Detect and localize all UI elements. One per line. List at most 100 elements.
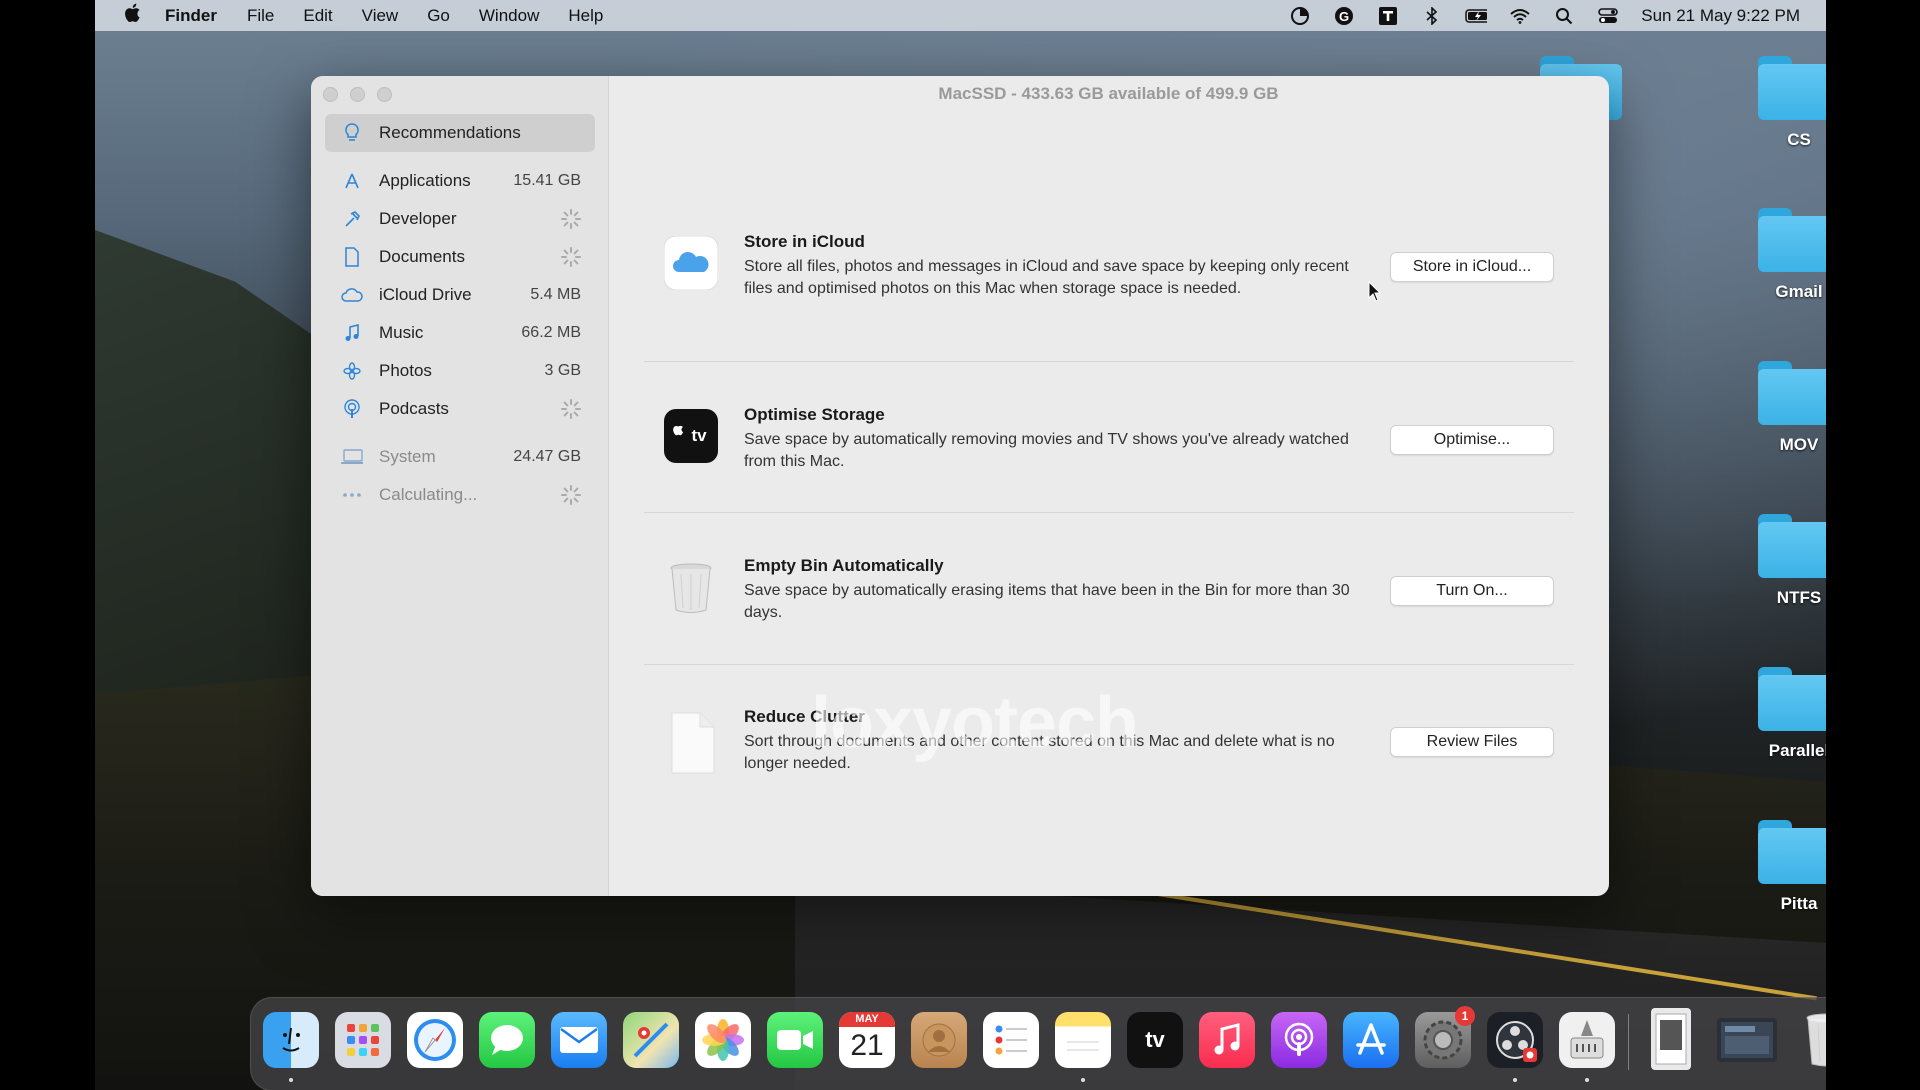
calendar-month: MAY — [839, 1012, 895, 1027]
recommendations-panel: Store in iCloud Store all files, photos … — [608, 114, 1609, 896]
desktop-folder-pitta[interactable]: Pitta — [1744, 820, 1826, 914]
sidebar-item-calculating[interactable]: Calculating... — [325, 476, 595, 514]
lightbulb-icon — [341, 122, 363, 144]
optimise-button[interactable]: Optimise... — [1390, 425, 1554, 455]
desktop-folder-gmail[interactable]: Gmail — [1744, 208, 1826, 302]
podcasts-app-icon[interactable] — [1271, 1012, 1327, 1068]
spotlight-search-icon[interactable] — [1553, 7, 1575, 25]
tv-label: tv — [691, 426, 707, 445]
running-indicator — [289, 1078, 293, 1082]
svg-text:G: G — [1339, 9, 1349, 24]
recommendation-title: Optimise Storage — [744, 405, 885, 424]
folder-label: Pitta — [1780, 894, 1818, 913]
maps-icon[interactable] — [623, 1012, 679, 1068]
safari-icon[interactable] — [407, 1012, 463, 1068]
menu-go[interactable]: Go — [427, 6, 450, 26]
facetime-icon[interactable] — [767, 1012, 823, 1068]
trash-bin-icon — [664, 560, 718, 614]
folder-icon — [1758, 667, 1826, 731]
folder-label: CS — [1787, 130, 1811, 149]
folder-label: Parallel — [1768, 741, 1826, 760]
sidebar-item-size: 66.2 MB — [521, 324, 581, 341]
mail-icon[interactable] — [551, 1012, 607, 1068]
recommendation-description: Store all files, photos and messages in … — [744, 258, 1349, 297]
zoom-button[interactable] — [377, 87, 392, 102]
folder-icon — [1758, 361, 1826, 425]
menu-view[interactable]: View — [362, 6, 399, 26]
launchpad-icon[interactable] — [335, 1012, 391, 1068]
minimize-button[interactable] — [350, 87, 365, 102]
menu-window[interactable]: Window — [479, 6, 539, 26]
menu-help[interactable]: Help — [568, 6, 603, 26]
store-in-icloud-button[interactable]: Store in iCloud... — [1390, 252, 1554, 282]
bluetooth-icon[interactable] — [1421, 6, 1443, 25]
turn-on-button[interactable]: Turn On... — [1390, 576, 1554, 606]
sidebar: Recommendations Applications 15.41 GB De… — [311, 76, 609, 896]
loading-spinner-icon — [561, 485, 581, 505]
music-app-icon[interactable] — [1199, 1012, 1255, 1068]
document-thumbnail-icon[interactable] — [1651, 1008, 1691, 1070]
dock: MAY 21 tv 1 — [250, 997, 1826, 1090]
sidebar-item-applications[interactable]: Applications 15.41 GB — [325, 162, 595, 200]
status-area: G Sun 21 May 9:22 PM — [1289, 6, 1800, 26]
reminders-icon[interactable] — [983, 1012, 1039, 1068]
sidebar-item-label: Photos — [379, 361, 432, 380]
menu-edit[interactable]: Edit — [303, 6, 332, 26]
sidebar-item-photos[interactable]: Photos 3 GB — [325, 352, 595, 390]
apple-logo-icon[interactable] — [123, 2, 145, 29]
window-title: MacSSD - 433.63 GB available of 499.9 GB — [938, 84, 1279, 103]
menu-finder[interactable]: Finder — [165, 6, 217, 26]
sidebar-item-icloud-drive[interactable]: iCloud Drive 5.4 MB — [325, 276, 595, 314]
wifi-icon[interactable] — [1509, 7, 1531, 25]
sidebar-item-documents[interactable]: Documents — [325, 238, 595, 276]
sidebar-item-label: System — [379, 447, 436, 466]
desktop-folder-parallel[interactable]: Parallel — [1744, 667, 1826, 761]
photos-flower-icon — [341, 360, 363, 382]
messages-icon[interactable] — [479, 1012, 535, 1068]
folder-icon — [1758, 820, 1826, 884]
calendar-icon[interactable]: MAY 21 — [839, 1012, 895, 1068]
menu-file[interactable]: File — [247, 6, 274, 26]
screenshot-thumbnail-icon[interactable] — [1717, 1018, 1777, 1062]
sidebar-item-music[interactable]: Music 66.2 MB — [325, 314, 595, 352]
battery-icon[interactable] — [1465, 7, 1488, 25]
photos-icon[interactable] — [695, 1012, 751, 1068]
notes-icon[interactable] — [1055, 1012, 1111, 1068]
review-files-button[interactable]: Review Files — [1390, 727, 1554, 757]
menu-clock[interactable]: Sun 21 May 9:22 PM — [1641, 6, 1800, 26]
recommendation-description: Save space by automatically erasing item… — [744, 582, 1350, 621]
screen-time-icon[interactable] — [1289, 6, 1311, 25]
desktop-folder-mov[interactable]: MOV — [1744, 361, 1826, 455]
sidebar-item-recommendations[interactable]: Recommendations — [325, 114, 595, 152]
folder-label: Gmail — [1775, 282, 1823, 301]
folder-label: NTFS — [1776, 588, 1822, 607]
sidebar-item-size: 5.4 MB — [530, 286, 581, 303]
desktop-folder-ntfs[interactable]: NTFS — [1744, 514, 1826, 608]
divider — [644, 361, 1574, 362]
sidebar-item-system[interactable]: System 24.47 GB — [325, 438, 595, 476]
desktop-folder-cs[interactable]: CS — [1744, 56, 1826, 150]
watermark: loxyotech — [811, 683, 1139, 763]
finder-icon[interactable] — [263, 1012, 319, 1068]
sidebar-item-label: Music — [379, 323, 424, 342]
folder-icon — [1758, 514, 1826, 578]
close-button[interactable] — [323, 87, 338, 102]
loading-spinner-icon — [561, 209, 581, 229]
folder-icon — [1758, 56, 1826, 120]
control-center-icon[interactable] — [1597, 7, 1619, 25]
icloud-icon — [663, 235, 719, 291]
sidebar-item-label: Recommendations — [379, 123, 521, 142]
sidebar-item-podcasts[interactable]: Podcasts — [325, 390, 595, 428]
trash-icon[interactable] — [1799, 1012, 1826, 1068]
app-store-app-icon[interactable] — [1343, 1012, 1399, 1068]
disk-utility-icon[interactable] — [1559, 1012, 1615, 1068]
system-preferences-icon[interactable]: 1 — [1415, 1006, 1475, 1068]
text-tool-icon[interactable] — [1377, 6, 1399, 25]
calendar-day: 21 — [850, 1029, 884, 1062]
apple-tv-app-icon[interactable]: tv — [1127, 1012, 1183, 1068]
contacts-icon[interactable] — [911, 1012, 967, 1068]
storage-management-window: Recommendations Applications 15.41 GB De… — [311, 76, 1609, 896]
grammarly-icon[interactable]: G — [1333, 6, 1355, 25]
obs-icon[interactable] — [1487, 1012, 1543, 1068]
sidebar-item-developer[interactable]: Developer — [325, 200, 595, 238]
